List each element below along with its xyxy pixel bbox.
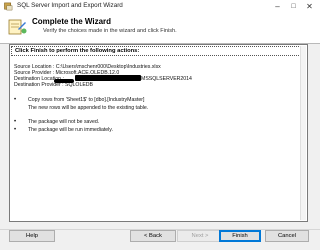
package-run-immediately: The package will be run immediately. [28, 127, 113, 133]
summary-panel[interactable]: Click Finish to perform the following ac… [9, 44, 308, 222]
destination-location-instance: MSSQLSERVER2014 [141, 76, 192, 82]
redacted-mark [54, 79, 74, 83]
wizard-header: Complete the Wizard Verify the choices m… [0, 14, 320, 44]
summary-heading: Click Finish to perform the following ac… [11, 46, 301, 56]
page-subtitle: Verify the choices made in the wizard an… [43, 28, 177, 34]
cancel-button[interactable]: Cancel [265, 230, 309, 242]
maximize-button[interactable]: □ [287, 1, 300, 12]
destination-provider: Destination Provider : SQLOLEDB [14, 82, 94, 88]
bullet: • [14, 97, 17, 103]
finish-button[interactable]: Finish [219, 230, 261, 242]
wizard-icon [8, 19, 27, 35]
append-note: The new rows will be appended to the exi… [28, 105, 149, 111]
minimize-button[interactable]: – [271, 1, 284, 12]
page-title: Complete the Wizard [32, 17, 112, 26]
package-not-saved: The package will not be saved. [28, 119, 100, 125]
window-title: SQL Server Import and Export Wizard [17, 2, 123, 9]
bullet: • [14, 127, 17, 133]
redacted-server-name [75, 75, 141, 81]
help-button[interactable]: Help [9, 230, 55, 242]
sql-server-app-icon [4, 2, 13, 11]
close-button[interactable]: ✕ [303, 1, 316, 12]
bullet: • [14, 119, 17, 125]
title-bar: SQL Server Import and Export Wizard – □ … [0, 0, 320, 14]
copy-rows-action: Copy rows from 'Sheet1$' to [dbo].[Indus… [28, 97, 145, 103]
vertical-scrollbar[interactable] [300, 46, 306, 220]
next-button[interactable]: Next > [177, 230, 223, 242]
back-button[interactable]: < Back [130, 230, 176, 242]
